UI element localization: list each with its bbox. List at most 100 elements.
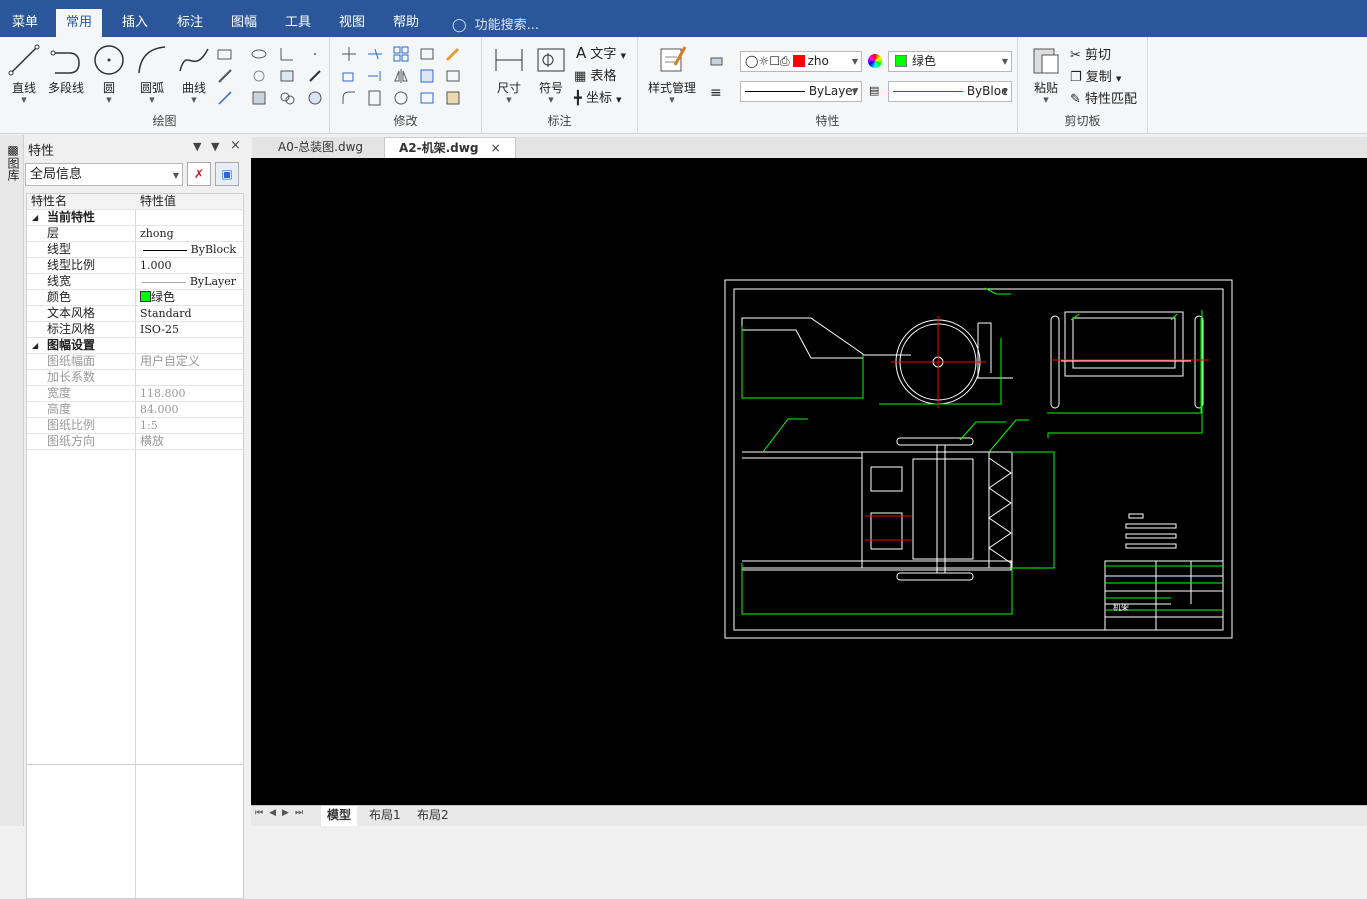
select-objects-icon[interactable]: ▣ [215, 162, 239, 186]
panel-menu-icon[interactable]: ▼ [193, 140, 201, 153]
paste-button[interactable]: 粘贴 ▼ [1024, 43, 1068, 104]
object-selector[interactable]: 全局信息 ▼ [25, 163, 183, 186]
tab-layout1[interactable]: 布局1 [363, 806, 407, 826]
feature-search[interactable]: ◯ 功能搜索... [452, 14, 539, 33]
layout-nav-arrows-icon[interactable]: ⏮◀▶⏭ [255, 808, 309, 818]
properties-edit-icon[interactable] [444, 89, 462, 107]
section-current[interactable]: ◢ 当前特性 [27, 210, 243, 226]
library-tab[interactable]: ▩图库 [5, 143, 20, 181]
prop-row-scale[interactable]: 图纸比例 1:5 [27, 418, 243, 434]
tab-frame[interactable]: A2-机架.dwg × [384, 137, 516, 158]
polyline-button[interactable]: 多段线 [44, 43, 88, 96]
pin-icon[interactable]: ▼ [211, 140, 219, 153]
close-icon[interactable]: × [491, 141, 501, 155]
menu-item-annotate[interactable]: 标注 [167, 0, 213, 37]
close-icon[interactable]: × [230, 138, 241, 153]
menu-item-insert[interactable]: 插入 [112, 0, 158, 37]
menu-item-sheet[interactable]: 图幅 [221, 0, 267, 37]
scale-icon[interactable] [340, 67, 358, 85]
match-properties-button[interactable]: ✎ 特性匹配 [1070, 88, 1137, 107]
rotate-icon[interactable] [392, 89, 410, 107]
ray-icon[interactable] [216, 89, 234, 107]
color-combo[interactable]: 绿色 ▼ [888, 51, 1012, 72]
menu-item-main[interactable]: 菜单 [2, 0, 48, 37]
linetype-icon[interactable]: ≡ [710, 85, 722, 101]
drawing-canvas[interactable]: 机架 [251, 158, 1367, 805]
prop-row-height[interactable]: 高度 84.000 [27, 402, 243, 418]
prop-row-orientation[interactable]: 图纸方向 横放 [27, 434, 243, 450]
style-manager-button[interactable]: 样式管理 ▼ [644, 43, 700, 104]
layer-combo[interactable]: ◯☼☐⎙ zho ▼ [740, 51, 862, 72]
prop-row-linetype-scale[interactable]: 线型比例 1.000 [27, 258, 243, 274]
extend-icon[interactable] [366, 67, 384, 85]
line-button[interactable]: 直线 ▼ [2, 43, 46, 104]
edit-icon[interactable] [444, 45, 462, 63]
scissors-icon: ✂ [1070, 48, 1081, 63]
lineweight-icon[interactable]: ▤ [869, 84, 879, 97]
trim-icon[interactable] [366, 45, 384, 63]
point-icon[interactable] [306, 45, 324, 63]
angle-icon[interactable] [278, 45, 296, 63]
layer-manager-icon[interactable] [708, 52, 726, 70]
coordinate-button[interactable]: ╋ 坐标 ▼ [574, 87, 622, 106]
menu-item-tools[interactable]: 工具 [275, 0, 321, 37]
block-icon[interactable] [250, 89, 268, 107]
move-icon[interactable] [340, 45, 358, 63]
prop-row-text-style[interactable]: 文本风格 Standard [27, 306, 243, 322]
prop-row-linetype[interactable]: 线型 ByBlock [27, 242, 243, 258]
tab-assembly[interactable]: A0-总装图.dwg [264, 137, 377, 158]
fillet-icon[interactable] [340, 89, 358, 107]
prop-row-color[interactable]: 颜色 绿色 [27, 290, 243, 306]
group-draw: 直线 ▼ 多段线 圆 ▼ 圆弧 ▼ 曲线 ▼ 绘图 [0, 37, 330, 134]
menu-item-help[interactable]: 帮助 [383, 0, 429, 37]
sun-icon: ☼ [758, 54, 770, 68]
section-sheet[interactable]: ◢ 图幅设置 [27, 338, 243, 354]
dimension-button[interactable]: 尺寸 ▼ [487, 43, 531, 104]
quick-select-icon[interactable]: ✗ [187, 162, 211, 186]
title-block-text: 机架 [1113, 602, 1129, 612]
offset-icon[interactable] [418, 67, 436, 85]
prop-row-sheet-size[interactable]: 图纸幅面 用户自定义 [27, 354, 243, 370]
mirror-icon[interactable] [392, 67, 410, 85]
linetype-preview [142, 249, 187, 251]
prop-row-layer[interactable]: 层 zhong [27, 226, 243, 242]
explode-icon[interactable] [366, 89, 384, 107]
join-icon[interactable] [418, 89, 436, 107]
copy-object-icon[interactable] [418, 45, 436, 63]
cloud-icon[interactable] [278, 89, 296, 107]
cut-button[interactable]: ✂ 剪切 [1070, 44, 1111, 63]
color-wheel-icon[interactable] [868, 54, 882, 68]
array-icon[interactable] [392, 45, 410, 63]
copy-button[interactable]: ❐ 复制 ▼ [1070, 66, 1121, 85]
construction-line-icon[interactable] [216, 67, 234, 85]
globe-icon[interactable] [306, 89, 324, 107]
table-button[interactable]: ▦ 表格 [574, 65, 616, 84]
region-icon[interactable] [250, 67, 268, 85]
lineweight-combo[interactable]: ByBloc ▼ [888, 81, 1012, 102]
style-manager-icon [660, 46, 687, 72]
brush-icon: ✎ [1070, 92, 1081, 107]
pick-icon[interactable] [306, 67, 324, 85]
rectangle-icon[interactable] [216, 45, 234, 63]
dimension-lines [741, 287, 1223, 615]
stretch-icon[interactable] [444, 67, 462, 85]
prop-row-lineweight[interactable]: 线宽 ByLayer [27, 274, 243, 290]
prop-row-extension[interactable]: 加长系数 [27, 370, 243, 386]
menu-item-view[interactable]: 视图 [329, 0, 375, 37]
center-lines [865, 316, 1209, 541]
symbol-button[interactable]: 符号 ▼ [529, 43, 573, 104]
prop-row-dim-style[interactable]: 标注风格 ISO-25 [27, 322, 243, 338]
arc-button[interactable]: 圆弧 ▼ [130, 43, 174, 104]
circle-button[interactable]: 圆 ▼ [87, 43, 131, 104]
ellipse-icon[interactable] [250, 45, 268, 63]
tab-layout2[interactable]: 布局2 [411, 806, 455, 826]
menu-item-common[interactable]: 常用 [56, 9, 103, 37]
text-button[interactable]: A 文字 ▼ [576, 43, 626, 62]
tab-model[interactable]: 模型 [321, 806, 358, 826]
hatch-icon[interactable] [278, 67, 296, 85]
linetype-combo[interactable]: ByLayer ▼ [740, 81, 862, 102]
prop-row-width[interactable]: 宽度 118.800 [27, 386, 243, 402]
polyline-icon [50, 50, 80, 74]
curve-button[interactable]: 曲线 ▼ [172, 43, 216, 104]
properties-grid: 特性名 特性值 ◢ 当前特性 层 zhong 线型 ByBlock 线型比例 1.00… [26, 193, 244, 899]
